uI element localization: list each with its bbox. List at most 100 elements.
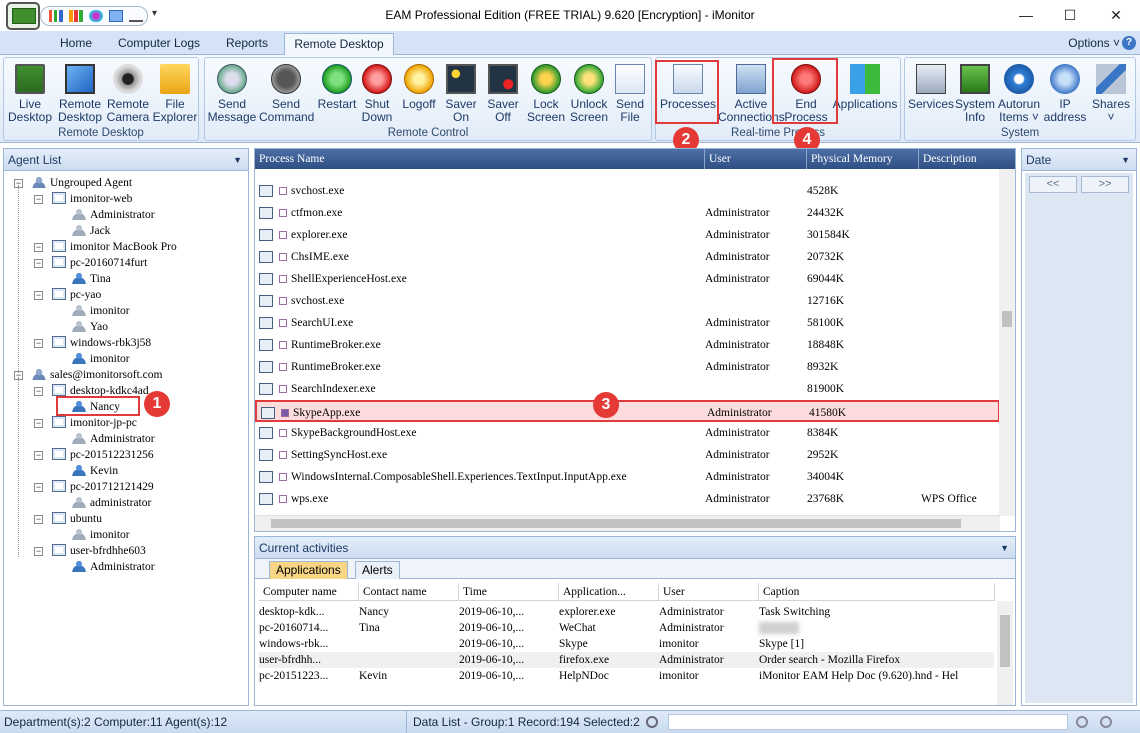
column-process-name[interactable]: Process Name [255, 149, 705, 169]
tab-home[interactable]: Home [48, 33, 104, 55]
lock-screen-button[interactable]: Lock Screen [525, 62, 567, 126]
tree-node-pc[interactable]: pc-yao [52, 287, 101, 303]
column-user[interactable]: User [659, 583, 759, 601]
ip-address-button[interactable]: IP address [1041, 62, 1089, 126]
scroll-thumb[interactable] [271, 519, 961, 528]
tree-node-pc[interactable]: pc-20160714furt [52, 255, 147, 271]
tree-node-user[interactable]: imonitor [72, 351, 130, 367]
tree-node-userg[interactable]: Administrator [72, 207, 155, 223]
process-checkbox[interactable] [279, 275, 287, 283]
tab-applications[interactable]: Applications [269, 561, 348, 579]
column-user[interactable]: User [705, 149, 807, 169]
tab-reports[interactable]: Reports [214, 33, 280, 55]
tree-expander[interactable]: − [34, 547, 43, 556]
tree-expander[interactable]: − [34, 339, 43, 348]
column-physical-memory[interactable]: Physical Memory [807, 149, 919, 169]
zoom-in-icon[interactable] [1100, 716, 1112, 728]
send-message-button[interactable]: Send Message [207, 62, 257, 126]
tree-expander[interactable]: − [34, 419, 43, 428]
saver-off-button[interactable]: Saver Off [483, 62, 523, 126]
activity-row[interactable]: desktop-kdk... Nancy 2019-06-10,... explore… [259, 604, 994, 620]
tree-node-user[interactable]: Kevin [72, 463, 118, 479]
process-vertical-scrollbar[interactable] [999, 169, 1015, 516]
send-file-button[interactable]: Send File [611, 62, 649, 126]
process-row[interactable]: RuntimeBroker.exe Administrator 8932K [255, 356, 1000, 378]
tree-expander[interactable]: − [34, 483, 43, 492]
column-application[interactable]: Application... [559, 583, 659, 601]
options-menu[interactable]: Options ˅ [1068, 36, 1120, 50]
search-icon[interactable] [646, 716, 658, 728]
system-info-button[interactable]: System Info [953, 62, 997, 126]
tree-node-pc[interactable]: imonitor-web [52, 191, 132, 207]
tree-node-userg[interactable]: Jack [72, 223, 110, 239]
saver-on-button[interactable]: Saver On [441, 62, 481, 126]
tree-node-userg[interactable]: Administrator [72, 431, 155, 447]
process-row[interactable]: svchost.exe 4528K [255, 180, 1000, 202]
tree-node-pc[interactable]: ubuntu [52, 511, 102, 527]
process-row[interactable]: RuntimeBroker.exe Administrator 18848K [255, 334, 1000, 356]
process-row[interactable]: ctfmon.exe Administrator 24432K [255, 202, 1000, 224]
activity-row[interactable]: windows-rbk... 2019-06-10,... Skype imonito… [259, 636, 994, 652]
process-row[interactable]: svchost.exe 12716K [255, 290, 1000, 312]
process-checkbox[interactable] [279, 319, 287, 327]
tab-computer-logs[interactable]: Computer Logs [110, 33, 208, 55]
unlock-screen-button[interactable]: Unlock Screen [567, 62, 611, 126]
process-row[interactable]: SkypeApp.exe Administrator 41580K [255, 400, 1000, 422]
help-icon[interactable]: ? [1122, 36, 1136, 50]
chevron-down-icon[interactable]: ▼ [1121, 149, 1130, 171]
process-horizontal-scrollbar[interactable] [255, 515, 1000, 531]
remote-desktop-button[interactable]: Remote Desktop [56, 62, 104, 126]
tree-node-userg[interactable]: Yao [72, 319, 108, 335]
tree-node-user[interactable]: Tina [72, 271, 111, 287]
restart-button[interactable]: Restart [315, 62, 359, 126]
process-row[interactable]: wps.exe Administrator 23768K WPS Office [255, 488, 1000, 510]
activity-row[interactable]: pc-20151223... Kevin 2019-06-10,... HelpNDo… [259, 668, 994, 684]
tree-node-userg[interactable]: imonitor [72, 303, 130, 319]
chevron-down-icon[interactable]: ▼ [1000, 537, 1009, 559]
tab-remote-desktop[interactable]: Remote Desktop [284, 33, 394, 55]
close-button[interactable]: ✕ [1106, 5, 1126, 25]
process-checkbox[interactable] [279, 473, 287, 481]
tree-node-userg[interactable]: imonitor [72, 527, 130, 543]
column-contact-name[interactable]: Contact name [359, 583, 459, 601]
logoff-button[interactable]: Logoff [399, 62, 439, 126]
file-explorer-button[interactable]: File Explorer [152, 62, 198, 126]
autorun-items-button[interactable]: Autorun Items ˅ [997, 62, 1041, 126]
tree-node-pc[interactable]: pc-201712121429 [52, 479, 154, 495]
process-checkbox[interactable] [279, 209, 287, 217]
applications-button[interactable]: Applications [832, 62, 898, 126]
scroll-thumb[interactable] [1002, 311, 1012, 327]
tree-node-pc[interactable]: imonitor MacBook Pro [52, 239, 177, 255]
live-desktop-button[interactable]: Live Desktop [6, 62, 54, 126]
process-checkbox[interactable] [279, 297, 287, 305]
tree-expander[interactable]: − [34, 291, 43, 300]
status-search-input[interactable] [668, 714, 1068, 730]
process-checkbox[interactable] [279, 253, 287, 261]
send-command-button[interactable]: Send Command [259, 62, 314, 126]
tree-node-group[interactable]: sales@imonitorsoft.com [32, 367, 162, 383]
tree-expander[interactable]: − [34, 195, 43, 204]
tree-node-userg[interactable]: administrator [72, 495, 151, 511]
process-checkbox[interactable] [279, 429, 287, 437]
process-checkbox[interactable] [279, 231, 287, 239]
process-row[interactable]: ShellExperienceHost.exe Administrator 6904… [255, 268, 1000, 290]
process-row[interactable]: SearchUI.exe Administrator 58100K [255, 312, 1000, 334]
shares-button[interactable]: Shares ˅ [1089, 62, 1133, 126]
activities-vertical-scrollbar[interactable] [997, 601, 1013, 705]
tree-expander[interactable]: − [34, 259, 43, 268]
column-caption[interactable]: Caption [759, 583, 995, 601]
column-time[interactable]: Time [459, 583, 559, 601]
process-checkbox[interactable] [279, 363, 287, 371]
process-checkbox[interactable] [281, 409, 289, 417]
process-checkbox[interactable] [279, 495, 287, 503]
chevron-down-icon[interactable]: ▼ [233, 149, 242, 171]
process-checkbox[interactable] [279, 451, 287, 459]
tree-node-pc[interactable]: imonitor-jp-pc [52, 415, 137, 431]
remote-camera-button[interactable]: Remote Camera [104, 62, 152, 126]
tree-expander[interactable]: − [34, 451, 43, 460]
tree-expander[interactable]: − [34, 387, 43, 396]
process-row[interactable]: WindowsInternal.ComposableShell.Experien… [255, 466, 1000, 488]
maximize-button[interactable]: ☐ [1060, 5, 1080, 25]
process-row[interactable]: SettingSyncHost.exe Administrator 2952K [255, 444, 1000, 466]
process-row[interactable]: explorer.exe Administrator 301584K [255, 224, 1000, 246]
